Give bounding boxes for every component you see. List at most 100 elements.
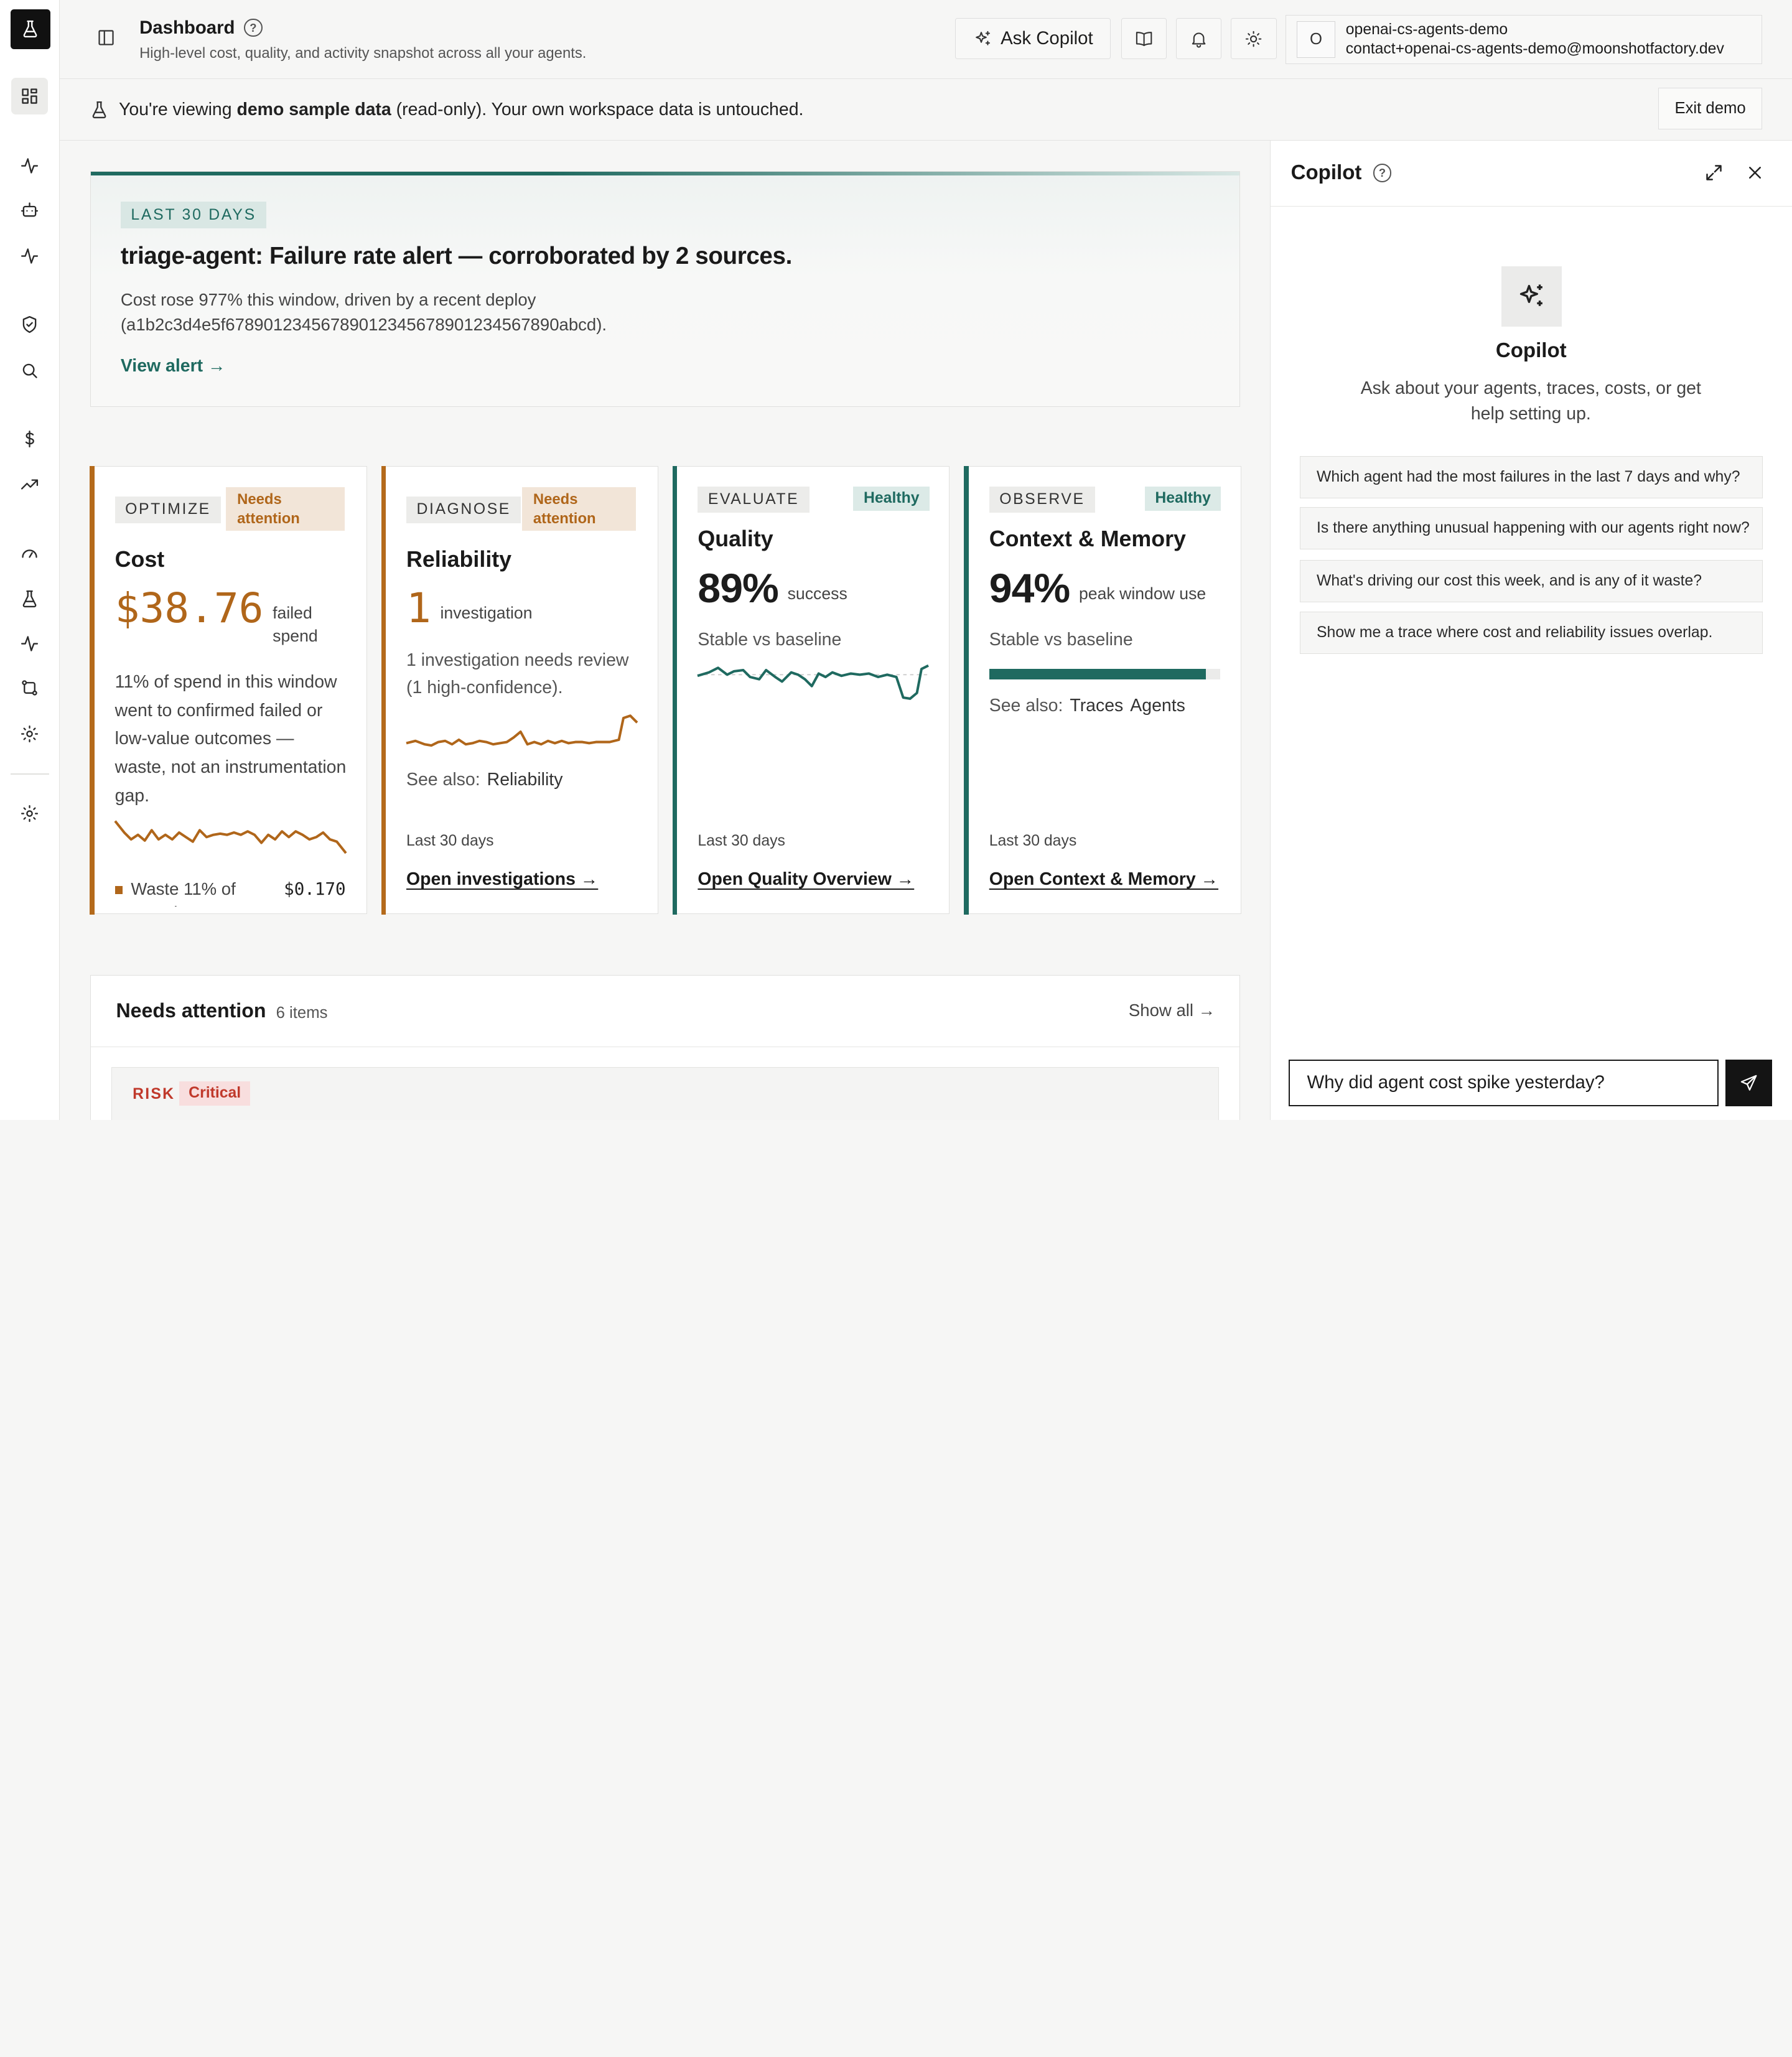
nav-trends[interactable] — [16, 471, 44, 498]
view-alert-link[interactable]: View alert → — [121, 356, 226, 376]
copilot-message-input[interactable]: Why did agent cost spike yesterday? — [1288, 1059, 1719, 1106]
banner-prefix: You're viewing — [119, 99, 232, 119]
alert-accent-bar — [91, 172, 1239, 175]
see-also-label: See also: — [406, 770, 480, 790]
cost-sparkline — [114, 819, 347, 860]
git-compare-icon — [22, 680, 37, 696]
copilot-title-text: Copilot — [1290, 161, 1362, 184]
severity-badge: Critical — [179, 1081, 250, 1106]
sun-icon — [1246, 30, 1262, 47]
page-title: Dashboard ? — [139, 17, 263, 39]
open-context-memory-link[interactable]: Open Context & Memory → — [989, 869, 1218, 890]
heartbeat-icon — [21, 635, 39, 651]
copilot-name: Copilot — [1495, 339, 1567, 363]
bell-icon — [1192, 32, 1206, 48]
category-tag: OPTIMIZE — [114, 497, 222, 523]
show-all-link[interactable]: Show all → — [1129, 1001, 1215, 1020]
quality-card: EVALUATE Healthy Quality 89% success Sta… — [672, 465, 950, 915]
quality-sparkline — [697, 663, 930, 704]
banner-suffix: (read-only). Your own workspace data is … — [396, 99, 804, 119]
metric-unit: failed spend — [273, 604, 318, 645]
reliability-card: DIAGNOSE Needs attention Reliability 1 i… — [381, 465, 658, 915]
period-label: Last 30 days — [406, 833, 494, 850]
list-item[interactable]: RISK Critical — [111, 1066, 1219, 1120]
alert-title: triage-agent: Failure rate alert — corro… — [120, 243, 792, 270]
suggestion-chip[interactable]: Is there anything unusual happening with… — [1300, 507, 1763, 550]
nav-dashboard[interactable] — [11, 77, 49, 114]
suggestion-chip[interactable]: What's driving our cost this week, and i… — [1300, 559, 1763, 602]
card-description: 11% of spend in this window went to conf… — [114, 671, 347, 806]
category-tag: OBSERVE — [989, 486, 1096, 513]
help-icon[interactable]: ? — [1373, 164, 1392, 182]
page-subtitle: High-level cost, quality, and activity s… — [139, 44, 587, 62]
see-also-reliability-link[interactable]: Reliability — [487, 770, 563, 790]
nav-performance[interactable] — [16, 539, 44, 567]
help-icon[interactable]: ? — [244, 18, 263, 37]
metric-value: 94% — [989, 566, 1070, 612]
nav-experiments[interactable] — [16, 585, 44, 612]
period-chip: LAST 30 DAYS — [120, 202, 267, 228]
nav-search[interactable] — [16, 357, 44, 384]
nav-agents[interactable] — [16, 197, 44, 224]
card-accent-bar — [672, 465, 678, 915]
exit-demo-button[interactable]: Exit demo — [1658, 88, 1763, 129]
sidebar-toggle-button[interactable] — [96, 27, 119, 50]
account-menu[interactable]: O openai-cs-agents-demo contact+openai-c… — [1286, 14, 1763, 64]
copilot-title: Copilot ? — [1291, 161, 1392, 185]
app-logo[interactable] — [10, 9, 50, 49]
sparkles-icon — [976, 30, 991, 45]
suggestion-chip[interactable]: Show me a trace where cost and reliabili… — [1300, 611, 1763, 654]
metric-value: 89% — [698, 566, 778, 612]
copilot-logo — [1501, 266, 1562, 327]
nav-cost[interactable] — [16, 425, 44, 452]
metric-row: 1 investigation — [406, 585, 533, 631]
metric-row: 89% success — [698, 566, 847, 612]
banner-emphasis: demo sample data — [236, 99, 391, 119]
see-also-traces-link[interactable]: Traces — [1070, 696, 1123, 716]
account-name: openai-cs-agents-demo — [1345, 21, 1508, 39]
dashboard-icon — [22, 88, 37, 104]
nav-compare[interactable] — [16, 674, 44, 702]
ask-copilot-label: Ask Copilot — [1001, 28, 1093, 49]
nav-activity[interactable] — [16, 152, 44, 179]
divider — [91, 1046, 1239, 1048]
card-accent-bar — [90, 465, 95, 915]
status-badge: Healthy — [1144, 486, 1221, 511]
open-investigations-link[interactable]: Open investigations → — [406, 869, 598, 890]
notifications-button[interactable] — [1175, 18, 1222, 60]
account-email: contact+openai-cs-agents-demo@moonshotfa… — [1345, 40, 1724, 58]
nav-health[interactable] — [16, 630, 44, 657]
card-title: Quality — [698, 526, 773, 551]
nav-integrations[interactable] — [16, 720, 44, 747]
gauge-icon — [22, 549, 37, 559]
expand-icon — [1706, 165, 1722, 180]
see-also: See also: Traces Agents — [989, 696, 1185, 716]
sidebar-panel-icon — [98, 30, 114, 45]
card-title: Cost — [114, 546, 165, 572]
cost-card: OPTIMIZE Needs attention Cost $38.76 fai… — [90, 465, 367, 915]
page-title-text: Dashboard — [139, 17, 235, 38]
docs-button[interactable] — [1121, 18, 1167, 60]
copilot-header: Copilot ? — [1270, 141, 1792, 207]
theme-toggle-button[interactable] — [1231, 18, 1277, 60]
see-also-agents-link[interactable]: Agents — [1130, 696, 1185, 716]
rail-divider — [10, 773, 49, 775]
nav-settings[interactable] — [16, 800, 44, 828]
metric-value: 1 — [406, 584, 431, 633]
item-count: 6 items — [276, 1004, 328, 1022]
nav-security[interactable] — [16, 311, 44, 338]
close-button[interactable] — [1745, 162, 1768, 185]
open-quality-overview-link[interactable]: Open Quality Overview → — [698, 869, 914, 890]
send-button[interactable] — [1725, 1059, 1772, 1106]
nav-pulse[interactable] — [16, 242, 44, 269]
copilot-panel: Copilot ? Copilot Ask about your agents,… — [1269, 140, 1792, 1120]
suggestion-chip[interactable]: Which agent had the most failures in the… — [1300, 455, 1763, 498]
gear-icon — [21, 725, 39, 742]
ask-copilot-button[interactable]: Ask Copilot — [955, 18, 1111, 60]
expand-button[interactable] — [1704, 162, 1727, 185]
metric-unit: success — [787, 584, 847, 603]
book-icon — [1136, 31, 1152, 46]
card-description: Stable vs baseline — [989, 629, 1133, 650]
waste-label: Waste 11% of spend — [131, 879, 236, 907]
metric-value: $38.76 — [114, 584, 264, 633]
